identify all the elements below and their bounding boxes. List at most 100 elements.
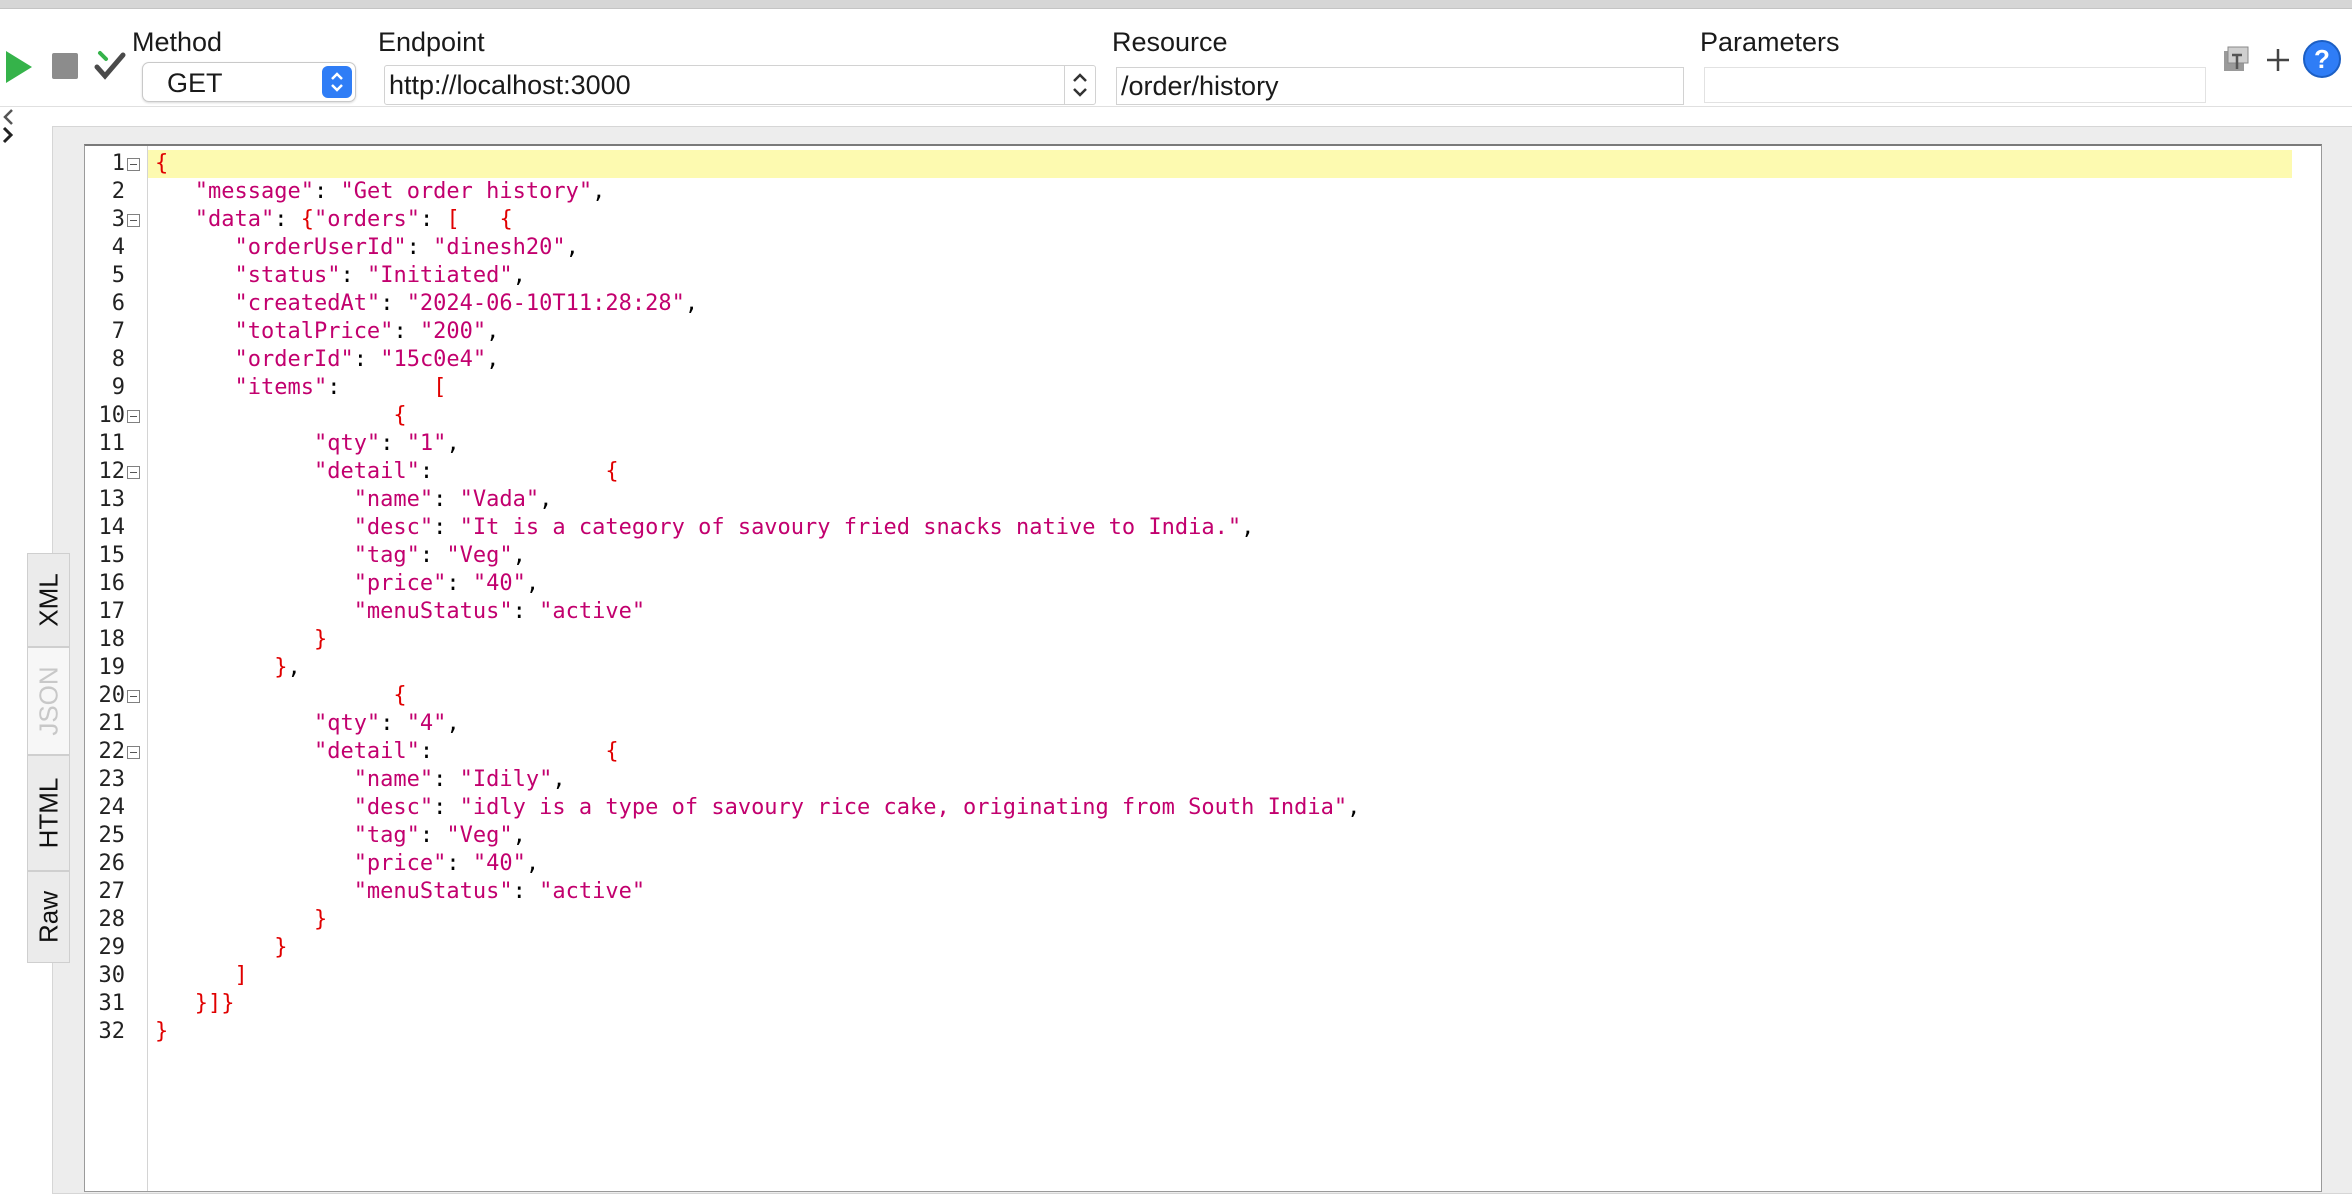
code-line: 21 "qty": "4", [85, 710, 2285, 738]
code-line: 26 "price": "40", [85, 850, 2285, 878]
code-line: 24 "desc": "idly is a type of savoury ri… [85, 794, 2285, 822]
code-text: } [274, 935, 288, 960]
code-line: 20 { [85, 682, 2285, 710]
code-line: 17 "menuStatus": "active" [85, 598, 2285, 626]
code-text: "qty": "4", [313, 711, 460, 736]
line-number: 32 [98, 1019, 126, 1044]
code-text: }]} [194, 991, 235, 1016]
code-line: 22 "detail": { [85, 738, 2285, 766]
line-number: 7 [111, 319, 125, 344]
toolbar-divider [0, 106, 2352, 107]
code-line: 6 "createdAt": "2024-06-10T11:28:28", [85, 290, 2285, 318]
window-title-strip [0, 0, 2352, 9]
code-text: "totalPrice": "200", [234, 319, 500, 344]
tab-json[interactable]: JSON [27, 647, 70, 755]
endpoint-value: http://localhost:3000 [389, 70, 631, 100]
line-number: 13 [98, 487, 126, 512]
line-number: 3 [111, 207, 125, 232]
line-number: 21 [98, 711, 126, 736]
resource-label: Resource [1112, 27, 1228, 57]
fold-collapse-icon[interactable] [127, 466, 140, 479]
line-number: 31 [98, 991, 126, 1016]
line-number: 12 [98, 459, 126, 484]
line-number: 28 [98, 907, 126, 932]
code-text: "menuStatus": "active" [353, 879, 646, 904]
line-number: 27 [98, 879, 126, 904]
code-text: ] [234, 963, 248, 988]
tab-xml[interactable]: XML [27, 553, 70, 647]
code-text: }, [274, 655, 301, 680]
code-lines: 1{2 "message": "Get order history", 3 "da… [85, 150, 2285, 1046]
code-line: 5 "status": "Initiated", [85, 262, 2285, 290]
request-toolbar: Method Endpoint Resource Parameters GET … [0, 9, 2352, 105]
code-line: 3 "data": {"orders": [ { [85, 206, 2285, 234]
code-line: 12 "detail": { [85, 458, 2285, 486]
code-text: "detail": { [313, 739, 619, 764]
parameters-label: Parameters [1700, 27, 1840, 57]
code-line: 27 "menuStatus": "active" [85, 878, 2285, 906]
code-line: 19 }, [85, 654, 2285, 682]
endpoint-combobox[interactable]: http://localhost:3000 [384, 65, 1096, 105]
method-select[interactable]: GET [142, 62, 356, 102]
code-text: } [313, 907, 328, 932]
code-line: 14 "desc": "It is a category of savoury … [85, 514, 2285, 542]
line-number: 11 [98, 431, 126, 456]
code-text: "desc": "idly is a type of savoury rice … [353, 795, 1361, 820]
parameters-input[interactable] [1704, 67, 2206, 103]
fold-collapse-icon[interactable] [127, 410, 140, 423]
code-line: 10 { [85, 402, 2285, 430]
line-number: 10 [98, 403, 126, 428]
clear-icon[interactable] [2222, 45, 2250, 80]
json-response-editor[interactable]: 1{2 "message": "Get order history", 3 "da… [84, 144, 2322, 1192]
line-number: 2 [111, 179, 125, 204]
run-icon[interactable] [6, 51, 32, 83]
fold-collapse-icon[interactable] [127, 158, 140, 171]
collapse-handle[interactable] [0, 108, 20, 152]
line-number: 5 [111, 263, 125, 288]
line-number: 26 [98, 851, 126, 876]
code-line: 15 "tag": "Veg", [85, 542, 2285, 570]
code-text: "price": "40", [353, 851, 540, 876]
line-number: 18 [98, 627, 126, 652]
chevron-updown-icon [322, 66, 352, 98]
code-text: "orderId": "15c0e4", [234, 347, 500, 372]
code-text: "detail": { [313, 459, 619, 484]
resource-input[interactable]: /order/history [1116, 67, 1684, 105]
check-icon[interactable] [94, 49, 126, 83]
code-text: "tag": "Veg", [353, 543, 526, 568]
code-text: "status": "Initiated", [234, 263, 526, 288]
code-line: 11 "qty": "1", [85, 430, 2285, 458]
fold-collapse-icon[interactable] [127, 214, 140, 227]
line-number: 1 [111, 151, 125, 176]
code-line: 4 "orderUserId": "dinesh20", [85, 234, 2285, 262]
tab-html[interactable]: HTML [27, 755, 70, 871]
fold-collapse-icon[interactable] [127, 746, 140, 759]
code-text: "qty": "1", [313, 431, 460, 456]
code-text: } [155, 1019, 169, 1044]
code-text: "createdAt": "2024-06-10T11:28:28", [234, 291, 699, 316]
code-line: 7 "totalPrice": "200", [85, 318, 2285, 346]
code-line: 23 "name": "Idily", [85, 766, 2285, 794]
line-number: 20 [98, 683, 126, 708]
tab-raw[interactable]: Raw [27, 871, 70, 963]
line-number: 29 [98, 935, 126, 960]
code-line: 8 "orderId": "15c0e4", [85, 346, 2285, 374]
add-icon[interactable] [2264, 45, 2292, 80]
code-text: } [313, 627, 328, 652]
line-number: 17 [98, 599, 126, 624]
line-number: 6 [111, 291, 125, 316]
stop-icon[interactable] [52, 53, 78, 79]
line-number: 22 [98, 739, 126, 764]
resource-value: /order/history [1121, 71, 1279, 101]
fold-collapse-icon[interactable] [127, 690, 140, 703]
code-line: 32} [85, 1018, 2285, 1046]
help-icon[interactable]: ? [2302, 39, 2342, 84]
code-line: 18 } [85, 626, 2285, 654]
line-number: 30 [98, 963, 126, 988]
chevron-updown-icon[interactable] [1064, 66, 1095, 104]
code-text: { [155, 151, 169, 176]
code-line: 30 ] [85, 962, 2285, 990]
code-line: 1{ [85, 150, 2285, 178]
code-line: 28 } [85, 906, 2285, 934]
method-label: Method [132, 27, 223, 57]
